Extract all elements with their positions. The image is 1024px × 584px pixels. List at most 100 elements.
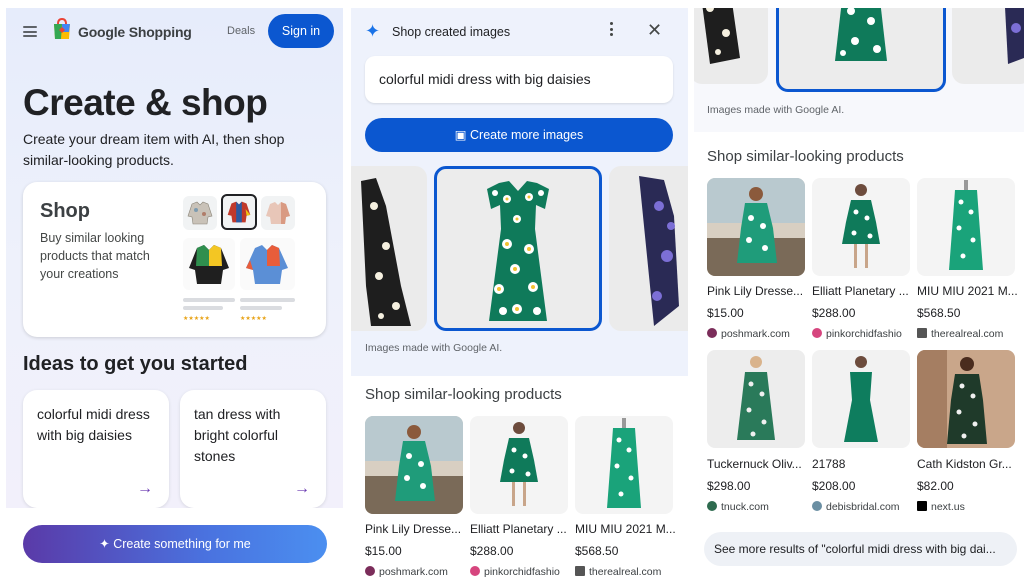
panel-title: Shop created images [392, 25, 511, 39]
product-store: therealreal.com [575, 566, 675, 578]
idea-text: colorful midi dress with big daisies [37, 406, 150, 443]
therealreal-icon [917, 328, 927, 338]
store-name: tnuck.com [721, 501, 769, 513]
poshmark-icon [707, 328, 717, 338]
tnuck-icon [707, 501, 717, 511]
product-name[interactable]: Tuckernuck Oliv... [707, 457, 805, 471]
sign-in-button[interactable]: Sign in [268, 14, 334, 48]
shop-feature-card[interactable]: Shop Buy similar looking products that m… [23, 182, 326, 337]
product-image[interactable] [707, 178, 805, 276]
product-price: $82.00 [917, 479, 954, 493]
product-store: poshmark.com [707, 328, 805, 340]
ideas-heading: Ideas to get you started [23, 353, 248, 375]
shopping-bag-logo-icon [54, 18, 70, 39]
shop-card-description: Buy similar looking products that match … [40, 231, 150, 281]
create-something-button[interactable]: ✦ Create something for me [23, 525, 327, 563]
store-name: poshmark.com [379, 566, 448, 578]
product-name[interactable]: Pink Lily Dresse... [365, 522, 463, 536]
product-store: debisbridal.com [812, 501, 910, 513]
generated-image-selected[interactable] [776, 8, 946, 92]
more-options-icon[interactable] [610, 22, 614, 39]
pinkorchid-icon [812, 328, 822, 338]
similar-products-section: Shop similar-looking products Pink Lily … [694, 132, 1024, 578]
image-add-icon: ▣ [454, 128, 471, 142]
sparkle-icon: ✦ [365, 21, 381, 41]
product-image[interactable] [365, 416, 463, 514]
placeholder-bar [240, 298, 295, 302]
rating-stars: ★★★★★ [183, 316, 210, 322]
landing-panel: Google Shopping Deals Sign in Create & s… [6, 8, 343, 578]
similar-products-section: Shop similar-looking products Pink Lily … [351, 376, 688, 578]
product-name[interactable]: Pink Lily Dresse... [707, 284, 805, 298]
store-name: therealreal.com [589, 566, 662, 578]
product-name[interactable]: MIU MIU 2021 M... [917, 284, 1017, 298]
generated-image[interactable] [952, 8, 1024, 84]
product-image[interactable] [470, 416, 568, 514]
close-icon[interactable]: ✕ [647, 20, 662, 40]
store-name: poshmark.com [721, 328, 790, 340]
store-name: therealreal.com [931, 328, 1004, 340]
hero-subtitle: Create your dream item with AI, then sho… [23, 131, 285, 168]
generated-image-selected[interactable] [434, 166, 602, 331]
jacket-thumbnail [183, 196, 217, 230]
product-name[interactable]: Elliatt Planetary ... [470, 522, 568, 536]
menu-icon[interactable] [23, 26, 37, 37]
product-image[interactable] [812, 350, 910, 448]
prompt-input[interactable]: colorful midi dress with big daisies [365, 56, 673, 103]
pinkorchid-icon [470, 566, 480, 576]
product-name[interactable]: 21788 [812, 457, 910, 471]
product-name[interactable]: MIU MIU 2021 M... [575, 522, 675, 536]
product-store: tnuck.com [707, 501, 805, 513]
jacket-thumbnail [261, 196, 295, 230]
generated-image[interactable] [609, 166, 688, 331]
section-title: Shop similar-looking products [365, 386, 562, 403]
product-store: therealreal.com [917, 328, 1017, 340]
shop-card-title: Shop [40, 200, 90, 222]
product-image[interactable] [812, 178, 910, 276]
product-image[interactable] [917, 350, 1015, 448]
generated-image[interactable] [694, 8, 768, 84]
product-name[interactable]: Elliatt Planetary ... [812, 284, 910, 298]
placeholder-bar [183, 298, 235, 302]
product-image[interactable] [707, 350, 805, 448]
arrow-right-icon: → [137, 480, 153, 497]
product-store: poshmark.com [365, 566, 463, 578]
product-name[interactable]: Cath Kidston Gr... [917, 457, 1017, 471]
top-bar: Google Shopping Deals Sign in [6, 8, 343, 54]
jacket-thumbnail-selected [221, 194, 257, 230]
section-title: Shop similar-looking products [707, 148, 904, 165]
product-price: $298.00 [707, 479, 751, 493]
store-name: debisbridal.com [826, 501, 900, 513]
prompt-text: colorful midi dress with big daisies [379, 71, 591, 87]
ai-caption: Images made with Google AI. [365, 342, 503, 354]
idea-card[interactable]: tan dress with bright colorful stones → [180, 390, 326, 508]
product-price: $568.50 [575, 544, 619, 558]
idea-card[interactable]: colorful midi dress with big daisies → [23, 390, 169, 508]
panel-header: ✦ Shop created images ✕ [351, 8, 688, 53]
product-image[interactable] [575, 416, 673, 514]
deals-link[interactable]: Deals [227, 25, 255, 37]
product-store: pinkorchidfashio [812, 328, 910, 340]
product-price: $288.00 [812, 306, 856, 320]
product-image[interactable] [917, 178, 1015, 276]
see-more-results-button[interactable]: See more results of "colorful midi dress… [704, 532, 1017, 566]
debisbridal-icon [812, 501, 822, 511]
create-button-label: Create something for me [113, 537, 251, 551]
product-price: $568.50 [917, 306, 961, 320]
placeholder-bar [240, 306, 282, 310]
create-more-label: Create more images [470, 128, 584, 142]
poshmark-icon [365, 566, 375, 576]
hero-title: Create & shop [23, 82, 268, 123]
product-store: next.us [917, 501, 1017, 513]
jacket-image [240, 238, 295, 290]
create-more-images-button[interactable]: ▣ Create more images [365, 118, 673, 152]
idea-text: tan dress with bright colorful stones [194, 406, 281, 464]
product-store: pinkorchidfashio [470, 566, 568, 578]
generated-image[interactable] [351, 166, 427, 331]
therealreal-icon [575, 566, 585, 576]
brand-name: Google Shopping [78, 24, 192, 40]
jacket-image [183, 238, 235, 290]
store-name: pinkorchidfashio [826, 328, 902, 340]
ai-caption: Images made with Google AI. [707, 104, 845, 116]
arrow-right-icon: → [294, 480, 310, 497]
